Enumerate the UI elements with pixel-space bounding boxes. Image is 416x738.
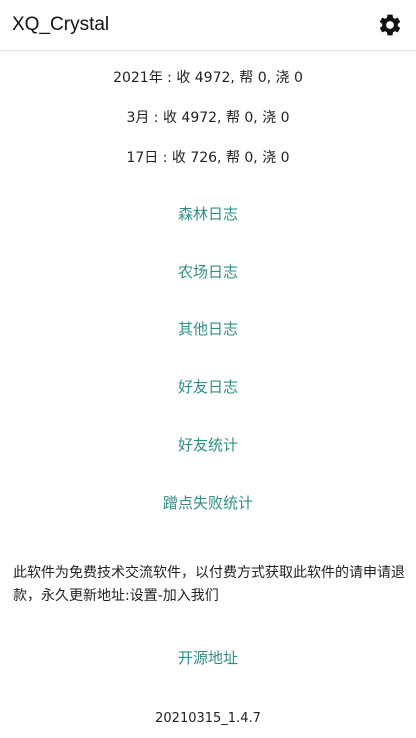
year-stats: 2021年 : 收 4972, 帮 0, 浇 0 [113, 70, 303, 86]
forest-log-link[interactable]: 森林日志 [0, 203, 416, 225]
other-log-link[interactable]: 其他日志 [0, 318, 416, 340]
gear-icon [379, 14, 401, 36]
steal-fail-stats-link[interactable]: 蹭点失败统计 [0, 492, 416, 514]
farm-log-link[interactable]: 农场日志 [0, 261, 416, 283]
disclaimer-text: 此软件为免费技术交流软件，以付费方式获取此软件的请申请退款，永久更新地址:设置-… [13, 565, 405, 604]
settings-button[interactable] [374, 9, 406, 41]
app-title: XQ_Crystal [12, 14, 110, 35]
friend-stats-link[interactable]: 好友统计 [0, 434, 416, 456]
open-source-link[interactable]: 开源地址 [0, 647, 416, 669]
app-bar: XQ_Crystal [0, 0, 416, 51]
day-stats: 17日 : 收 726, 帮 0, 浇 0 [126, 150, 290, 166]
friend-log-link[interactable]: 好友日志 [0, 376, 416, 398]
month-stats: 3月 : 收 4972, 帮 0, 浇 0 [126, 110, 290, 126]
version-label: 20210315_1.4.7 [155, 711, 261, 726]
